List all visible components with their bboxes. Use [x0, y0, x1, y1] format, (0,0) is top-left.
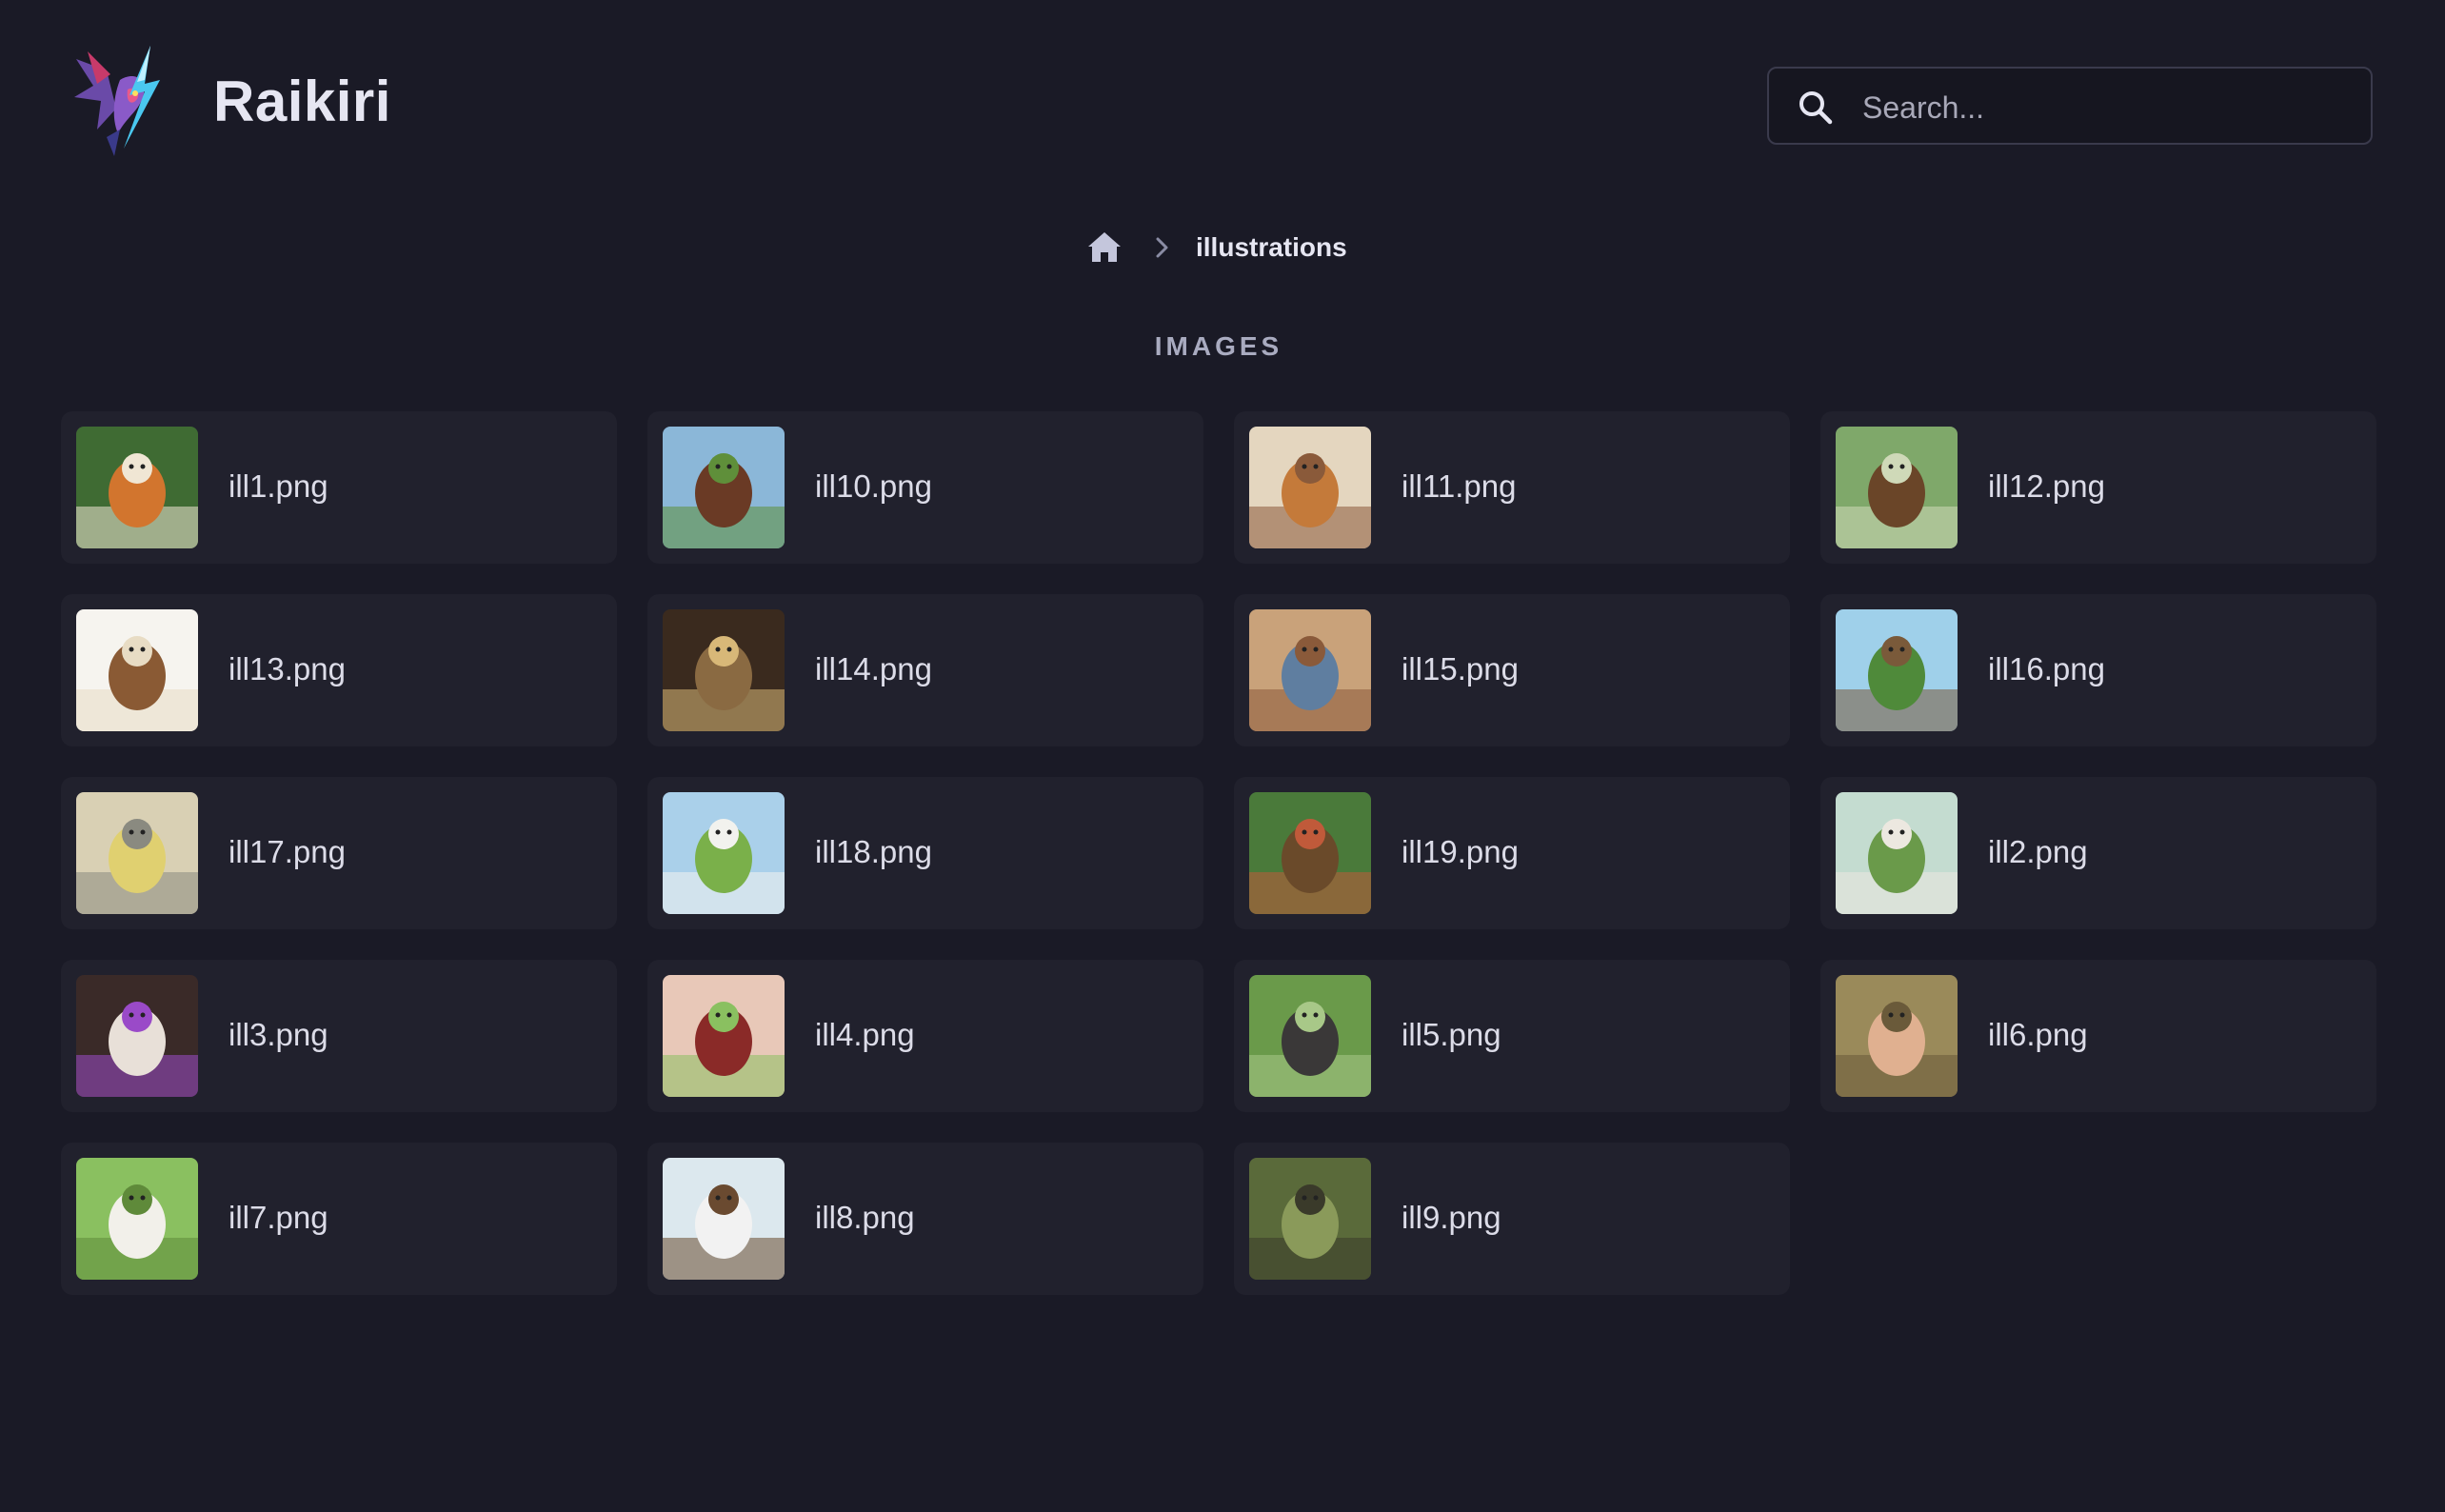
image-card[interactable]: ill14.png: [647, 594, 1203, 746]
image-card[interactable]: ill19.png: [1234, 777, 1790, 929]
image-filename: ill1.png: [229, 468, 328, 504]
image-card[interactable]: ill13.png: [61, 594, 617, 746]
image-thumbnail: [1836, 427, 1958, 548]
image-card[interactable]: ill17.png: [61, 777, 617, 929]
image-thumbnail: [76, 975, 198, 1097]
image-thumbnail: [76, 609, 198, 731]
brand-title: Raikiri: [213, 70, 391, 133]
image-filename: ill7.png: [229, 1200, 328, 1235]
image-thumbnail: [663, 427, 785, 548]
section-title: IMAGES: [1154, 331, 1283, 361]
image-card[interactable]: ill10.png: [647, 411, 1203, 564]
image-card[interactable]: ill12.png: [1820, 411, 2376, 564]
image-thumbnail: [663, 1158, 785, 1280]
image-thumbnail: [1249, 975, 1371, 1097]
image-thumbnail: [76, 427, 198, 548]
raikiri-logo[interactable]: [69, 42, 171, 168]
image-card[interactable]: ill11.png: [1234, 411, 1790, 564]
image-filename: ill17.png: [229, 834, 346, 869]
image-card[interactable]: ill1.png: [61, 411, 617, 564]
image-thumbnail: [663, 975, 785, 1097]
image-filename: ill13.png: [229, 651, 346, 686]
image-card[interactable]: ill9.png: [1234, 1143, 1790, 1295]
image-card[interactable]: ill7.png: [61, 1143, 617, 1295]
image-filename: ill14.png: [815, 651, 932, 686]
image-thumbnail: [1249, 609, 1371, 731]
image-filename: ill3.png: [229, 1017, 328, 1052]
breadcrumb-current: illustrations: [1196, 232, 1347, 262]
image-card[interactable]: ill2.png: [1820, 777, 2376, 929]
image-card[interactable]: ill8.png: [647, 1143, 1203, 1295]
image-thumbnail: [1249, 1158, 1371, 1280]
image-thumbnail: [1249, 427, 1371, 548]
image-filename: ill2.png: [1988, 834, 2088, 869]
search-icon: [1799, 91, 1833, 125]
search-box[interactable]: [1767, 67, 2373, 145]
image-filename: ill6.png: [1988, 1017, 2088, 1052]
image-filename: ill15.png: [1401, 651, 1519, 686]
chevron-right-icon: [1156, 237, 1168, 258]
image-thumbnail: [76, 1158, 198, 1280]
image-thumbnail: [76, 792, 198, 914]
header: Raikiri: [0, 0, 2445, 209]
image-thumbnail: [1836, 792, 1958, 914]
image-thumbnail: [1249, 792, 1371, 914]
image-filename: ill4.png: [815, 1017, 915, 1052]
image-thumbnail: [1836, 609, 1958, 731]
image-thumbnail: [663, 609, 785, 731]
image-filename: ill5.png: [1401, 1017, 1501, 1052]
image-thumbnail: [663, 792, 785, 914]
image-filename: ill19.png: [1401, 834, 1519, 869]
image-filename: ill8.png: [815, 1200, 915, 1235]
image-card[interactable]: ill5.png: [1234, 960, 1790, 1112]
image-filename: ill11.png: [1401, 468, 1517, 504]
image-filename: ill16.png: [1988, 651, 2105, 686]
image-filename: ill9.png: [1401, 1200, 1501, 1235]
search-input[interactable]: [1860, 80, 2359, 135]
image-card[interactable]: ill4.png: [647, 960, 1203, 1112]
image-card[interactable]: ill16.png: [1820, 594, 2376, 746]
image-card[interactable]: ill18.png: [647, 777, 1203, 929]
home-icon[interactable]: [1085, 229, 1123, 267]
image-filename: ill18.png: [815, 834, 932, 869]
image-card[interactable]: ill6.png: [1820, 960, 2376, 1112]
image-card[interactable]: ill3.png: [61, 960, 617, 1112]
image-filename: ill10.png: [815, 468, 932, 504]
image-thumbnail: [1836, 975, 1958, 1097]
image-filename: ill12.png: [1988, 468, 2105, 504]
breadcrumb: illustrations: [1085, 229, 1466, 267]
image-card[interactable]: ill15.png: [1234, 594, 1790, 746]
